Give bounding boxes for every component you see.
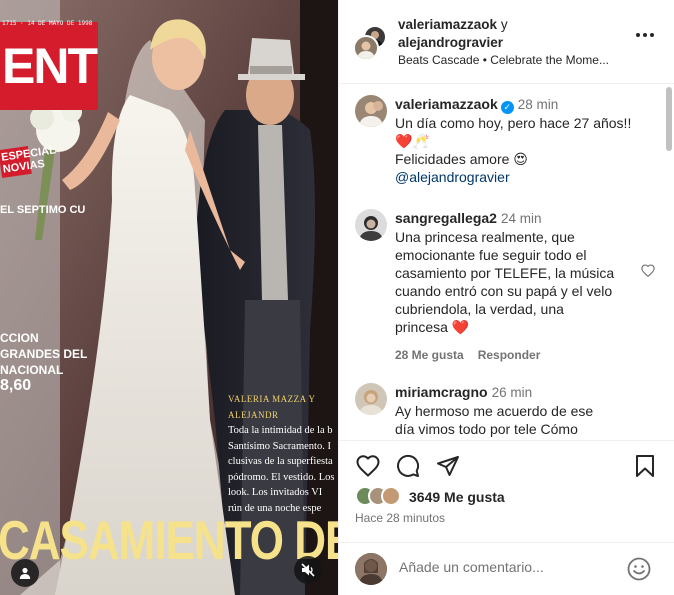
more-options-button[interactable] (636, 33, 654, 37)
magazine-caption: VALERIA MAZZA Y ALEJANDR Toda la intimid… (228, 392, 338, 516)
special-badge: ESPECIAL NOVIAS (0, 144, 57, 178)
cover-price: 8,60 (0, 377, 32, 394)
magazine-date: 1715 · 14 DE MAYO DE 1998 (2, 20, 93, 27)
save-button[interactable] (632, 453, 658, 479)
author-conjunction: y (500, 17, 508, 32)
post-side-panel: valeriamazzaok y alejandrogravier Beats … (338, 0, 674, 595)
avatar[interactable] (355, 209, 387, 241)
bookmark-icon (636, 455, 654, 477)
comment-meta: 28 Me gusta Responder (395, 346, 655, 364)
mute-button[interactable] (294, 556, 322, 584)
comment-text: Una princesa realmente, que emocionante … (395, 229, 615, 335)
emoji-icon (627, 557, 651, 581)
magazine-headline: CASAMIENTO DEL A (0, 510, 338, 572)
cover-text-line: NACIONAL (0, 363, 64, 377)
heart-icon (641, 264, 655, 278)
magazine-logo: ENTE (0, 22, 98, 110)
avatar[interactable] (355, 95, 387, 127)
cover-text-line: GRANDES DEL (0, 347, 88, 361)
comment-username[interactable]: miriamcragno (395, 384, 488, 400)
comment-item: miriamcragno 26 min Ay hermoso me acuerdo… (355, 383, 655, 438)
like-comment-button[interactable] (641, 264, 655, 282)
author-username[interactable]: valeriamazzaok (398, 17, 497, 32)
caption-line: look. Los invitados VI (228, 487, 323, 498)
caption-line: Toda la intimidad de la b (228, 425, 333, 436)
caption-line: pódromo. El vestido. Los (228, 471, 335, 483)
caption-comment: valeriamazzaok ✓ 28 min Un día como hoy, p… (355, 95, 655, 186)
more-icon-dot (650, 33, 654, 37)
avatar (355, 553, 387, 585)
comment-time[interactable]: 24 min (501, 211, 542, 226)
user-mention-link[interactable]: @alejandrogravier (395, 168, 655, 186)
user-icon (19, 567, 31, 579)
like-button[interactable] (355, 453, 381, 479)
comment-username[interactable]: sangregallega2 (395, 210, 497, 226)
post-actions: 3649 Me gusta Hace 28 minutos (339, 440, 674, 542)
comment-time[interactable]: 26 min (492, 385, 533, 400)
caption-heading: VALERIA MAZZA Y ALEJANDR (228, 394, 316, 420)
avatar[interactable] (355, 383, 387, 415)
scrollbar-thumb[interactable] (666, 87, 672, 151)
reply-button[interactable]: Responder (478, 348, 541, 362)
magazine-left-copy: CCION GRANDES DEL NACIONAL 8,60 (0, 330, 87, 394)
post-media[interactable]: ENTE 1715 · 14 DE MAYO DE 1998 ESPECIAL … (0, 0, 338, 595)
comment-text: Un día como hoy, pero hace 27 años!! (395, 115, 632, 131)
post-header: valeriamazzaok y alejandrogravier Beats … (339, 0, 674, 84)
share-button[interactable] (435, 453, 461, 479)
tagged-users-button[interactable] (11, 559, 39, 587)
comment-likes[interactable]: 28 Me gusta (395, 348, 464, 362)
comment-button[interactable] (395, 453, 421, 479)
comment-input[interactable] (399, 559, 619, 575)
caption-line: Santísimo Sacramento. I (228, 440, 331, 452)
avatar[interactable] (381, 486, 401, 506)
magazine-cover-line: EL SEPTIMO CU (0, 204, 86, 216)
cover-text-line: CCION (0, 331, 39, 345)
more-icon (636, 33, 640, 37)
comment-username[interactable]: valeriamazzaok (395, 96, 498, 112)
verified-badge-icon: ✓ (500, 101, 514, 114)
emoji-button[interactable] (627, 557, 651, 586)
comment-item: sangregallega2 24 min Una princesa realme… (355, 209, 655, 364)
liker-avatars[interactable] (355, 486, 401, 506)
comment-text: Ay hermoso me acuerdo de ese día vimos t… (395, 403, 594, 437)
comment-text: Felicidades amore 😍 (395, 151, 528, 167)
share-icon (437, 456, 459, 476)
mute-icon (301, 563, 315, 577)
audio-track-link[interactable]: Beats Cascade • Celebrate the Mome... (398, 53, 609, 67)
collab-avatars[interactable] (353, 25, 389, 61)
heart-icon (356, 455, 380, 477)
comment-text: ❤️🥂 (395, 133, 430, 149)
comment-icon (397, 454, 420, 477)
add-comment-bar (339, 542, 674, 595)
post-authors: valeriamazzaok y alejandrogravier (398, 16, 508, 52)
author-username[interactable]: alejandrogravier (398, 34, 508, 52)
caption-line: clusivas de la superfiesta (228, 456, 333, 467)
avatar[interactable] (353, 35, 379, 61)
comment-time[interactable]: 28 min (518, 97, 559, 112)
post-timestamp[interactable]: Hace 28 minutos (355, 511, 445, 525)
more-icon-dot (643, 33, 647, 37)
comments-list[interactable]: valeriamazzaok ✓ 28 min Un día como hoy, p… (339, 85, 674, 439)
likes-count[interactable]: 3649 Me gusta (409, 489, 505, 505)
